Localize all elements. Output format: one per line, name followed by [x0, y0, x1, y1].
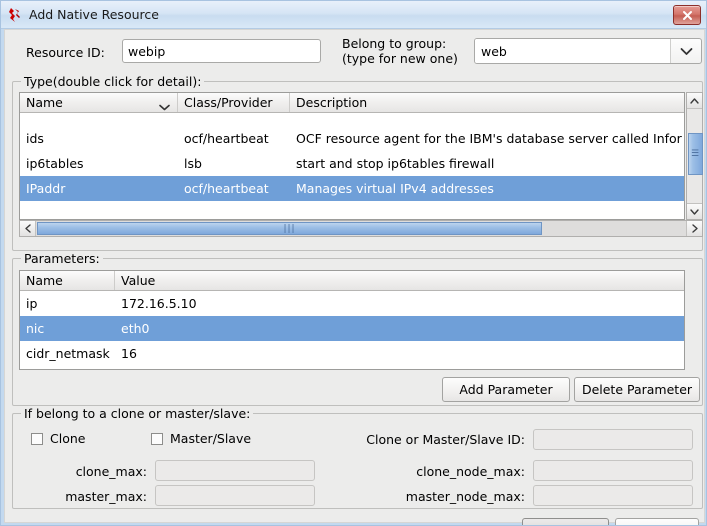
clone-checkbox[interactable]: Clone — [31, 431, 85, 446]
app-icon — [9, 7, 20, 22]
close-button[interactable] — [673, 5, 701, 25]
type-column-header-name[interactable]: Name — [20, 93, 178, 112]
table-row[interactable]: ip6tables lsb start and stop ip6tables f… — [20, 151, 684, 176]
param-row-value: 172.16.5.10 — [121, 296, 197, 311]
checkbox-box-icon — [151, 432, 163, 445]
window-title: Add Native Resource — [29, 7, 159, 22]
scroll-down-button[interactable] — [687, 203, 702, 219]
param-row-name: cidr_netmask — [26, 346, 110, 361]
table-row[interactable]: ids ocf/heartbeat OCF resource agent for… — [20, 126, 684, 151]
master-node-max-input[interactable] — [533, 485, 693, 506]
belong-to-group-label-line1: Belong to group: — [342, 36, 447, 51]
param-row-name: nic — [26, 321, 45, 336]
clone-groupbox-title: If belong to a clone or master/slave: — [21, 406, 254, 421]
type-row-class-provider: lsb — [184, 156, 202, 171]
clone-checkbox-label: Clone — [50, 431, 86, 446]
table-row[interactable]: ip 172.16.5.10 — [20, 291, 684, 316]
dialog-window: Add Native Resource Resource ID: Belong … — [0, 0, 707, 526]
master-slave-checkbox[interactable]: Master/Slave — [151, 431, 251, 446]
clone-node-max-input[interactable] — [533, 460, 693, 481]
type-column-header-class-provider[interactable]: Class/Provider — [178, 93, 290, 112]
type-column-header-description[interactable]: Description — [290, 93, 684, 112]
scroll-left-button[interactable] — [20, 221, 36, 236]
scrollbar-thumb[interactable]: ☰ — [688, 133, 703, 175]
resource-id-label: Resource ID: — [26, 45, 105, 60]
scroll-right-button[interactable] — [686, 221, 702, 236]
type-column-header-name-label: Name — [26, 95, 63, 110]
group-combobox[interactable]: web — [474, 38, 702, 64]
add-parameter-button[interactable]: Add Parameter — [442, 377, 570, 402]
clone-node-max-label: clone_node_max: — [416, 464, 525, 479]
type-row-class-provider: ocf/heartbeat — [184, 131, 269, 146]
clone-max-label: clone_max: — [75, 464, 147, 479]
close-icon — [682, 10, 692, 20]
parameters-table-header: Name Value — [20, 271, 684, 291]
chevron-down-icon — [671, 47, 701, 56]
clone-id-label: Clone or Master/Slave ID: — [366, 432, 525, 447]
type-table-viewport: ids ocf/heartbeat OCF resource agent for… — [20, 113, 684, 219]
chevron-up-icon — [690, 97, 699, 104]
title-bar: Add Native Resource — [1, 1, 706, 29]
checkbox-box-icon — [31, 432, 43, 445]
type-row-description: Manages virtual IPv4 addresses — [296, 181, 494, 196]
table-row[interactable]: IPaddr ocf/heartbeat Manages virtual IPv… — [20, 176, 684, 201]
type-row-name: ip6tables — [26, 156, 84, 171]
chevron-down-icon — [159, 99, 170, 114]
table-row[interactable]: nic eth0 — [20, 316, 684, 341]
type-column-header-description-label: Description — [296, 95, 368, 110]
type-row-description: start and stop ip6tables firewall — [296, 156, 495, 171]
type-table: Name Class/Provider Description ids ocf/… — [19, 92, 685, 220]
delete-parameter-button-label: Delete Parameter — [581, 382, 693, 397]
parameters-groupbox-title: Parameters: — [21, 251, 103, 266]
param-column-header-name-label: Name — [26, 273, 63, 288]
chevron-right-icon — [691, 224, 698, 233]
param-row-value: eth0 — [121, 321, 150, 336]
belong-to-group-label-line2: (type for new one) — [342, 51, 458, 66]
table-row[interactable] — [20, 113, 684, 126]
master-max-label: master_max: — [65, 489, 147, 504]
scrollbar-thumb[interactable]: ||| — [37, 222, 542, 235]
add-button[interactable]: Add — [522, 518, 609, 525]
param-column-header-name[interactable]: Name — [20, 271, 115, 290]
master-node-max-label: master_node_max: — [405, 489, 525, 504]
master-slave-checkbox-label: Master/Slave — [170, 431, 252, 446]
dialog-body: Resource ID: Belong to group: (type for … — [4, 29, 705, 525]
type-row-class-provider: ocf/heartbeat — [184, 181, 269, 196]
scroll-up-button[interactable] — [687, 93, 702, 109]
type-groupbox-title: Type(double click for detail): — [21, 74, 205, 89]
table-row[interactable]: cidr_netmask 16 — [20, 341, 684, 366]
param-row-name: ip — [26, 296, 38, 311]
cancel-button[interactable]: Cancel — [615, 518, 699, 525]
type-table-header: Name Class/Provider Description — [20, 93, 684, 113]
param-row-value: 16 — [121, 346, 137, 361]
type-column-header-class-provider-label: Class/Provider — [184, 95, 273, 110]
param-column-header-value[interactable]: Value — [115, 271, 684, 290]
clone-id-input[interactable] — [533, 429, 693, 450]
scrollbar-grip-icon: ☰ — [690, 149, 701, 159]
param-column-header-value-label: Value — [121, 273, 156, 288]
delete-parameter-button[interactable]: Delete Parameter — [574, 377, 700, 402]
group-combobox-value: web — [475, 39, 671, 63]
add-parameter-button-label: Add Parameter — [459, 382, 553, 397]
top-form-row: Resource ID: Belong to group: (type for … — [5, 30, 704, 76]
scrollbar-grip-icon: ||| — [283, 223, 296, 234]
table-row[interactable] — [20, 201, 684, 219]
type-table-rows: ids ocf/heartbeat OCF resource agent for… — [20, 113, 684, 219]
type-table-vertical-scrollbar[interactable]: ☰ — [686, 92, 703, 220]
type-table-horizontal-scrollbar[interactable]: ||| — [19, 220, 703, 237]
belong-to-group-label: Belong to group: (type for new one) — [342, 36, 458, 66]
resource-id-input[interactable] — [122, 39, 321, 63]
parameters-table: Name Value ip 172.16.5.10 nic eth0 cidr_… — [19, 270, 685, 370]
type-row-name: IPaddr — [26, 181, 66, 196]
chevron-down-icon — [690, 208, 699, 215]
type-row-name: ids — [26, 131, 44, 146]
type-row-description: OCF resource agent for the IBM's databas… — [296, 131, 682, 146]
chevron-left-icon — [24, 224, 31, 233]
